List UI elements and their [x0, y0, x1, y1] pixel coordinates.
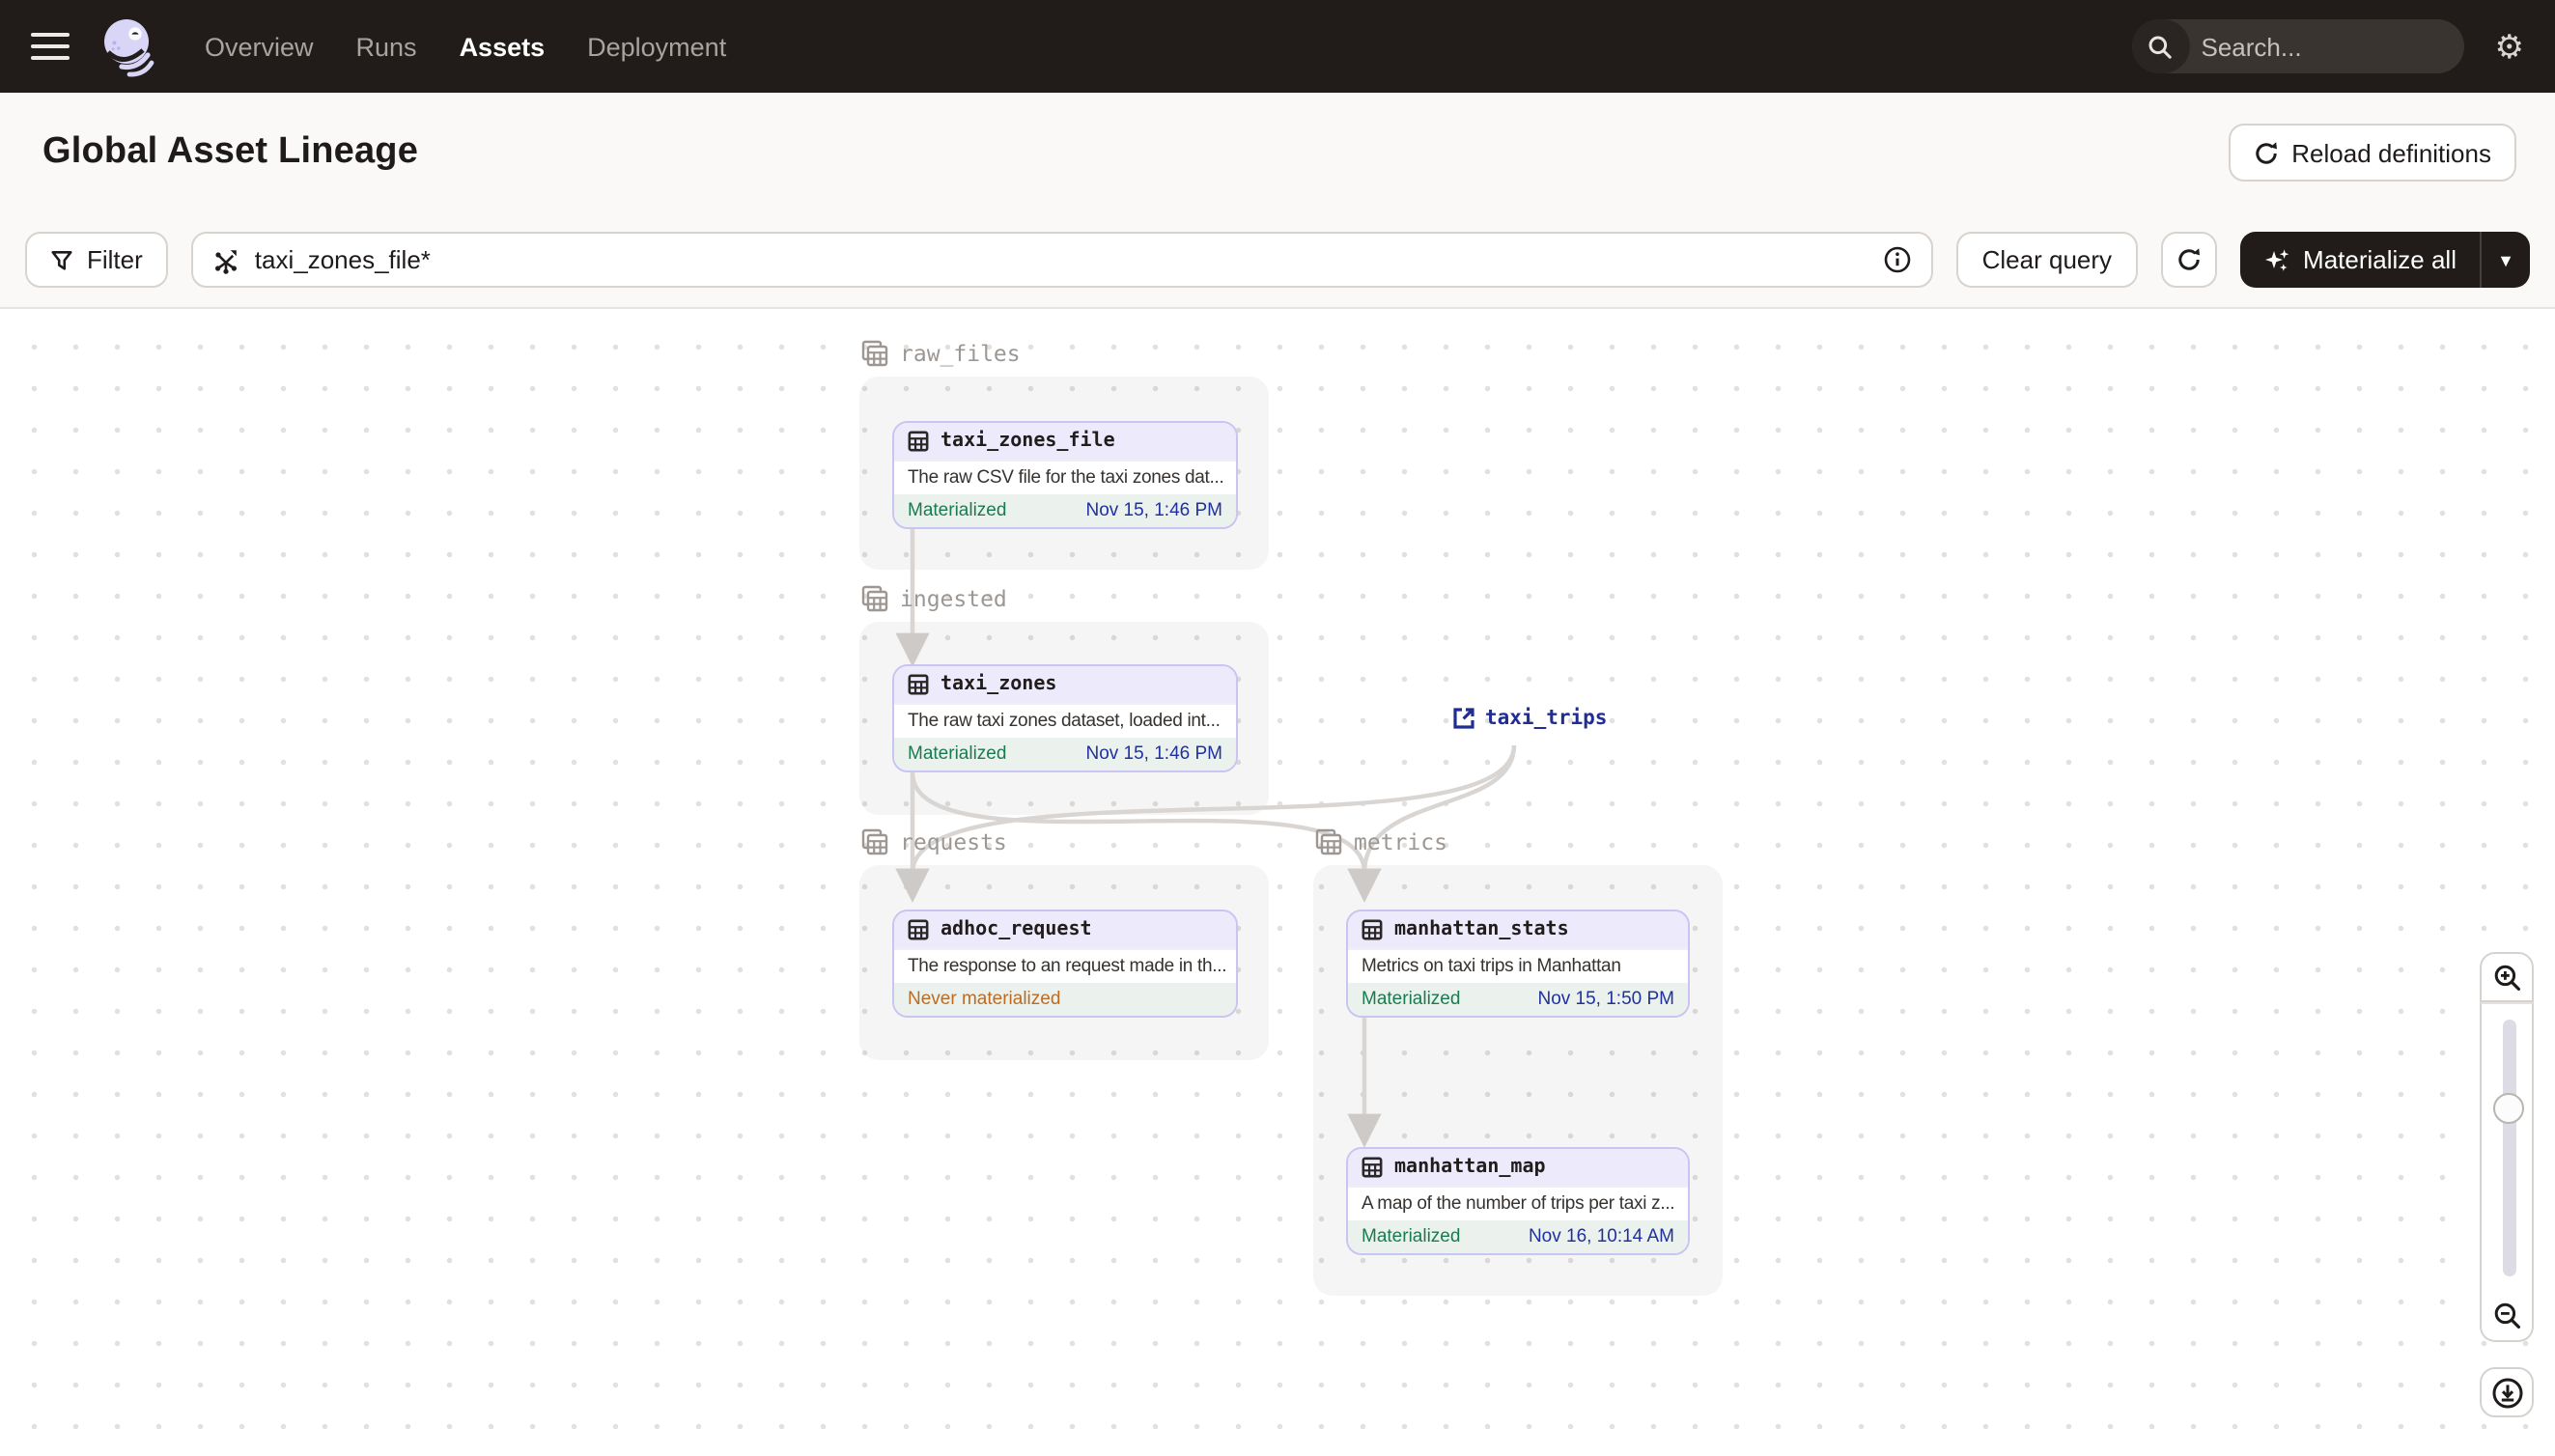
group-label-requests[interactable]: requests	[861, 828, 1007, 855]
materialization-timestamp: Nov 15, 1:46 PM	[1085, 499, 1222, 521]
asset-query-input[interactable]	[254, 245, 1868, 274]
search-input[interactable]	[2189, 32, 2464, 61]
sparkle-icon	[2264, 248, 2288, 270]
nav-menu: Overview Runs Assets Deployment	[205, 32, 726, 61]
nav-item-assets[interactable]: Assets	[460, 32, 546, 61]
asset-node-taxi-zones[interactable]: taxi_zones The raw taxi zones dataset, l…	[892, 664, 1238, 772]
asset-title: manhattan_map	[1394, 1157, 1546, 1178]
zoom-out-button[interactable]	[2480, 1292, 2534, 1342]
reload-icon	[2255, 141, 2277, 163]
table-icon	[908, 674, 929, 695]
zoom-in-icon	[2493, 964, 2519, 990]
asset-description: Metrics on taxi trips in Manhattan	[1348, 948, 1688, 983]
status-badge: Materialized	[1362, 1225, 1461, 1247]
zoom-slider-track[interactable]	[2502, 1020, 2515, 1276]
asset-node-adhoc-request[interactable]: adhoc_request The response to an request…	[892, 910, 1238, 1018]
group-icon	[861, 340, 888, 367]
external-link-icon	[1453, 708, 1474, 729]
filter-funnel-icon	[51, 250, 72, 269]
search-icon	[2131, 19, 2190, 73]
hamburger-menu-icon[interactable]	[31, 32, 70, 61]
zoom-slider-thumb[interactable]	[2492, 1093, 2523, 1124]
materialization-timestamp: Nov 16, 10:14 AM	[1528, 1225, 1674, 1247]
status-badge: Materialized	[1362, 988, 1461, 1010]
settings-gear-icon[interactable]: ⚙	[2495, 30, 2525, 63]
filter-button[interactable]: Filter	[25, 232, 168, 288]
materialization-timestamp: Nov 15, 1:46 PM	[1085, 742, 1222, 765]
nav-item-overview[interactable]: Overview	[205, 32, 314, 61]
asset-title: manhattan_stats	[1394, 919, 1569, 940]
group-label-ingested[interactable]: ingested	[861, 585, 1007, 612]
nav-item-deployment[interactable]: Deployment	[587, 32, 726, 61]
dagster-logo-icon[interactable]	[97, 14, 158, 79]
asset-title: adhoc_request	[941, 919, 1092, 940]
asset-description: The response to an request made in th...	[894, 948, 1236, 983]
asset-query-box	[190, 232, 1934, 288]
group-icon	[861, 828, 888, 855]
table-icon	[1362, 1157, 1383, 1178]
top-nav: Overview Runs Assets Deployment / ⚙	[0, 0, 2555, 93]
group-icon	[861, 585, 888, 612]
zoom-slider[interactable]	[2480, 1002, 2534, 1292]
refresh-button[interactable]	[2160, 232, 2217, 288]
lineage-canvas[interactable]: raw_files ingested requests metrics taxi…	[0, 309, 2555, 1456]
table-icon	[1362, 919, 1383, 940]
zoom-controls	[2480, 952, 2534, 1417]
status-badge: Materialized	[908, 742, 1007, 765]
refresh-icon	[2177, 248, 2200, 270]
lineage-edges	[895, 529, 1517, 1148]
global-search[interactable]: /	[2131, 19, 2464, 73]
page-header: Global Asset Lineage Reload definitions	[0, 93, 2555, 212]
dagster-app: Overview Runs Assets Deployment / ⚙ Glob…	[0, 0, 2555, 1456]
asset-title: taxi_zones_file	[941, 431, 1115, 452]
download-image-button[interactable]	[2480, 1367, 2534, 1417]
materialize-options-caret[interactable]: ▼	[2480, 232, 2530, 288]
asset-node-manhattan-stats[interactable]: manhattan_stats Metrics on taxi trips in…	[1346, 910, 1690, 1018]
table-icon	[908, 919, 929, 940]
asset-node-taxi-zones-file[interactable]: taxi_zones_file The raw CSV file for the…	[892, 421, 1238, 529]
nav-item-runs[interactable]: Runs	[356, 32, 417, 61]
asset-title: taxi_zones	[941, 674, 1057, 695]
page-title: Global Asset Lineage	[42, 131, 419, 172]
materialization-timestamp: Nov 15, 1:50 PM	[1537, 988, 1674, 1010]
table-icon	[908, 431, 929, 452]
lineage-toolbar: Filter Clear query Mate	[0, 212, 2555, 309]
zoom-out-icon	[2493, 1302, 2519, 1329]
zoom-in-button[interactable]	[2480, 952, 2534, 1002]
status-badge: Materialized	[908, 499, 1007, 521]
group-label-metrics[interactable]: metrics	[1315, 828, 1447, 855]
reload-definitions-button[interactable]: Reload definitions	[2228, 124, 2516, 182]
asset-description: A map of the number of trips per taxi z.…	[1348, 1186, 1688, 1220]
materialize-all-button[interactable]: Materialize all	[2239, 232, 2480, 288]
group-icon	[1315, 828, 1342, 855]
asset-description: The raw taxi zones dataset, loaded int..…	[894, 703, 1236, 738]
status-badge: Never materialized	[908, 988, 1061, 1010]
external-asset-taxi-trips[interactable]: taxi_trips	[1452, 707, 1607, 730]
clear-query-button[interactable]: Clear query	[1956, 232, 2138, 288]
group-label-raw-files[interactable]: raw_files	[861, 340, 1021, 367]
asset-description: The raw CSV file for the taxi zones dat.…	[894, 460, 1236, 494]
asset-selector-icon	[214, 249, 237, 273]
info-icon[interactable]	[1884, 245, 1913, 274]
materialize-all-split-button: Materialize all ▼	[2239, 232, 2530, 288]
asset-node-manhattan-map[interactable]: manhattan_map A map of the number of tri…	[1346, 1147, 1690, 1255]
download-icon	[2491, 1377, 2522, 1408]
